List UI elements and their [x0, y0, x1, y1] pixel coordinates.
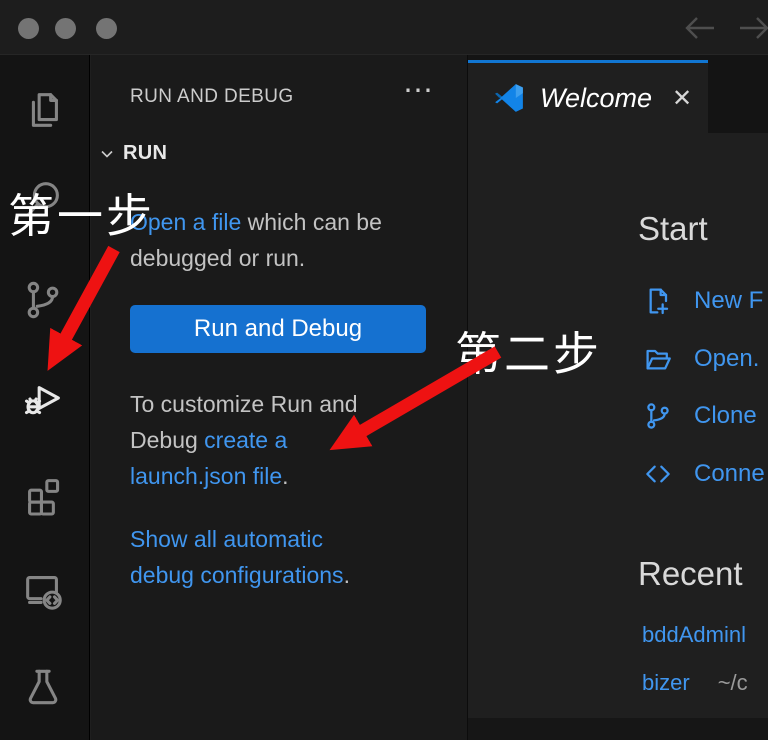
- recent-item[interactable]: bizer~/c: [642, 670, 748, 696]
- show-all-period: .: [344, 562, 350, 588]
- run-section-header[interactable]: RUN: [99, 142, 167, 165]
- more-actions-icon[interactable]: ⋯: [403, 73, 433, 108]
- annotation-step2: 第二步: [455, 318, 602, 384]
- traffic-light-minimize-button[interactable]: [55, 18, 76, 39]
- folder-opened-icon: [642, 343, 674, 375]
- sidebar-title: RUN AND DEBUG: [130, 86, 294, 108]
- source-control-icon[interactable]: [19, 276, 67, 324]
- customize-period: .: [282, 463, 288, 489]
- tab-title: Welcome: [540, 83, 652, 114]
- remote-explorer-icon[interactable]: [19, 566, 67, 614]
- open-file-paragraph: Open a file which can be debugged or run…: [130, 204, 392, 276]
- nav-forward-icon[interactable]: [737, 12, 768, 44]
- explorer-icon[interactable]: [19, 86, 67, 134]
- start-item-open[interactable]: Open.: [642, 343, 759, 375]
- remote-connect-icon: [642, 458, 674, 490]
- title-bar: [0, 0, 768, 55]
- new-file-icon: [642, 285, 674, 317]
- editor-group: Welcome ✕ Start New F Open. Clone Conne …: [467, 55, 768, 740]
- recent-item[interactable]: bddAdminl: [642, 622, 768, 648]
- nav-back-icon[interactable]: [683, 12, 717, 44]
- recent-heading: Recent: [638, 555, 743, 593]
- start-item-label: Open.: [694, 345, 759, 373]
- testing-icon[interactable]: [19, 663, 67, 711]
- activity-bar: [0, 55, 90, 740]
- show-all-configs-link[interactable]: Show all automatic debug configurations: [130, 526, 344, 588]
- start-item-label: Clone: [694, 402, 757, 430]
- traffic-light-close-button[interactable]: [18, 18, 39, 39]
- git-branch-icon: [642, 400, 674, 432]
- start-item-new-file[interactable]: New F: [642, 285, 763, 317]
- run-section-label: RUN: [123, 142, 167, 165]
- start-item-clone[interactable]: Clone: [642, 400, 757, 432]
- start-heading: Start: [638, 210, 708, 248]
- sidebar-run-and-debug: RUN AND DEBUG ⋯ RUN Open a file which ca…: [91, 55, 467, 740]
- traffic-light-zoom-button[interactable]: [96, 18, 117, 39]
- show-all-paragraph: Show all automatic debug configurations.: [130, 521, 392, 593]
- run-and-debug-button[interactable]: Run and Debug: [130, 305, 426, 353]
- annotation-step1: 第一步: [8, 180, 155, 246]
- vscode-logo-icon: [492, 81, 526, 115]
- tab-welcome[interactable]: Welcome ✕: [468, 60, 708, 133]
- run-and-debug-icon[interactable]: [19, 374, 67, 422]
- chevron-down-icon: [99, 146, 115, 162]
- editor-bottom-strip: [468, 718, 768, 740]
- customize-paragraph: To customize Run and Debug create a laun…: [130, 386, 392, 494]
- extensions-icon[interactable]: [19, 471, 67, 519]
- tab-close-icon[interactable]: ✕: [672, 84, 692, 113]
- welcome-page: Start New F Open. Clone Conne Recent bdd…: [468, 133, 768, 718]
- start-item-connect[interactable]: Conne: [642, 458, 765, 490]
- vscode-window: RUN AND DEBUG ⋯ RUN Open a file which ca…: [0, 0, 768, 740]
- start-item-label: Conne: [694, 460, 765, 488]
- start-item-label: New F: [694, 287, 763, 315]
